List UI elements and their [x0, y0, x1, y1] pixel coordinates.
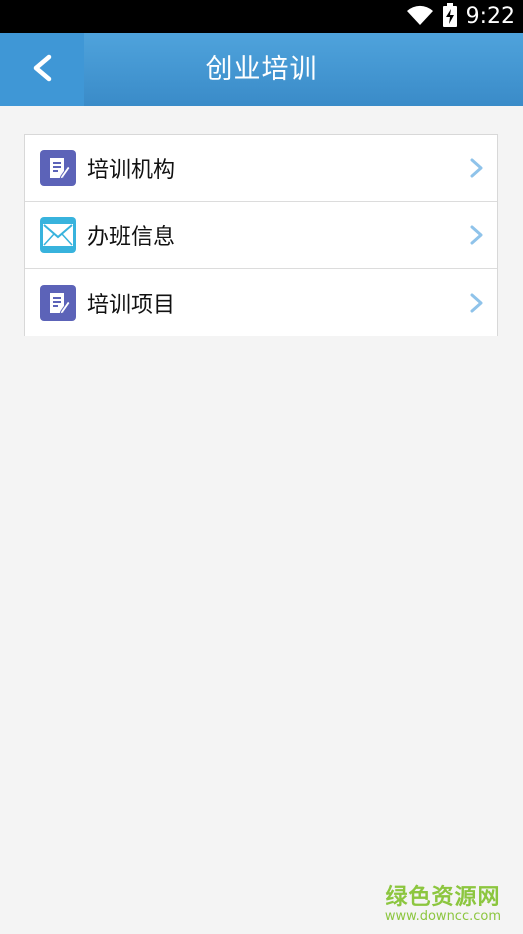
- status-time: 9:22: [465, 4, 515, 29]
- menu-item-label: 培训机构: [87, 158, 176, 183]
- back-arrow-icon: [29, 53, 55, 87]
- edit-note-icon: [40, 150, 76, 186]
- status-bar: 9:22: [0, 0, 523, 33]
- menu-item-training-institutions[interactable]: 培训机构: [25, 135, 497, 202]
- envelope-icon: [40, 217, 76, 253]
- chevron-right-icon: [469, 292, 485, 314]
- wifi-icon: [406, 4, 434, 30]
- menu-item-training-projects[interactable]: 培训项目: [25, 269, 497, 336]
- status-icons: 9:22: [406, 0, 515, 33]
- watermark-url: www.downcc.com: [384, 909, 501, 924]
- chevron-right-icon: [469, 157, 485, 179]
- title-bar: 创业培训: [0, 33, 523, 106]
- watermark: 绿色资源网 www.downcc.com: [385, 879, 501, 924]
- watermark-title: 绿色资源网: [385, 885, 501, 910]
- menu-item-class-info[interactable]: 办班信息: [25, 202, 497, 269]
- chevron-right-icon: [469, 224, 485, 246]
- back-button[interactable]: [0, 33, 84, 106]
- edit-note-icon: [40, 284, 76, 321]
- menu-item-label: 培训项目: [87, 292, 176, 318]
- menu-list: 培训机构 办班信息 培训项目: [24, 134, 498, 336]
- battery-charging-icon: [442, 2, 458, 31]
- menu-item-label: 办班信息: [87, 225, 176, 250]
